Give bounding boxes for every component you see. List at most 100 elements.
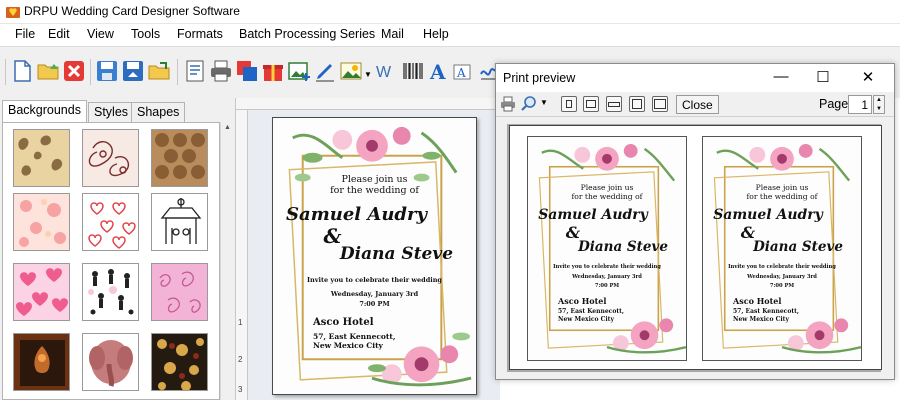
card-address2: New Mexico City [733,316,789,323]
card-address1: 57, East Kennecott, [558,308,624,315]
print-preview-toolbar: ▼ Close Page 1 ▲ ▼ [496,92,894,117]
copy-layers-icon[interactable] [235,59,259,83]
background-thumbnail[interactable] [13,333,70,391]
four-pages-icon[interactable] [629,96,645,112]
card-line2: for the wedding of [571,192,643,201]
background-thumbnail[interactable] [151,263,208,321]
card-address1: 57, East Kennecott, [733,308,799,315]
page-label: Page [819,97,849,111]
card-venue: Asco Hotel [313,317,374,328]
card-date: Wednesday, January 3rd [747,274,817,280]
menu-mail[interactable]: Mail [381,27,404,41]
background-thumbnail[interactable] [151,333,208,391]
one-page-icon[interactable] [561,96,577,112]
close-document-icon[interactable] [62,59,86,83]
background-thumbnail[interactable] [13,129,70,187]
gift-icon[interactable] [261,59,285,83]
background-thumbnail[interactable] [13,193,70,251]
properties-icon[interactable] [183,59,207,83]
library-panel: Backgrounds Styles Shapes ▲ [0,98,236,400]
card-invite-text: Invite you to celebrate their wedding [728,264,836,270]
card-invite-text: Invite you to celebrate their wedding [553,264,661,270]
card-line2: for the wedding of [746,192,818,201]
menu-help[interactable]: Help [423,27,449,41]
text-icon[interactable]: A [427,59,451,83]
six-pages-icon[interactable] [652,96,668,112]
card-time: 7:00 PM [769,283,795,289]
svg-text:W: W [376,64,392,81]
ruler-mark: 3 [238,385,243,394]
minimize-button[interactable]: — [766,68,796,88]
maximize-button[interactable]: ☐ [808,68,838,88]
preview-card: Please join us for the wedding of Samuel… [527,136,687,361]
pen-tool-icon[interactable] [313,59,337,83]
card-date: Wednesday, January 3rd [330,290,419,298]
two-pages-icon[interactable] [583,96,599,112]
card-line1: Please join us [755,183,809,192]
card-name1: Samuel Audry [286,204,427,225]
card-line2: for the wedding of [330,185,419,196]
add-image-icon[interactable] [287,59,311,83]
save-as-icon[interactable] [121,59,145,83]
close-preview-button[interactable]: Close [676,95,719,114]
ruler-mark: 2 [238,355,243,364]
menu-file[interactable]: File [15,27,35,41]
background-thumbnail[interactable] [82,333,139,391]
card-line1: Please join us [341,174,408,185]
three-pages-icon[interactable] [606,96,622,112]
wedding-card-design[interactable]: Please join us for the wedding of Samuel… [272,117,477,395]
left-panel-scrollbar[interactable]: ▲ [220,122,234,400]
watermark-icon[interactable]: W [375,59,399,83]
card-name1: Samuel Audry [713,207,823,223]
background-thumbnail[interactable] [82,263,139,321]
picture-icon[interactable] [339,59,363,83]
page-spinner[interactable]: ▲ ▼ [873,95,885,114]
barcode-icon[interactable] [401,59,425,83]
preview-card: Please join us for the wedding of Samuel… [702,136,862,361]
export-folder-icon[interactable] [147,59,171,83]
menu-batch-processing-series[interactable]: Batch Processing Series [239,27,375,41]
print-icon[interactable] [209,59,233,83]
background-thumbnail[interactable] [151,129,208,187]
card-name2: Diana Steve [753,239,843,255]
background-thumbnail[interactable] [151,193,208,251]
card-address1: 57, East Kennecott, [313,332,396,341]
background-thumbnail[interactable] [82,193,139,251]
text-frame-icon[interactable]: A [452,59,476,83]
card-line1: Please join us [580,183,634,192]
card-name1: Samuel Audry [538,207,648,223]
zoom-dropdown-icon[interactable]: ▼ [540,98,548,107]
ruler-mark: 1 [238,318,243,327]
new-document-icon[interactable] [10,59,34,83]
card-date: Wednesday, January 3rd [572,274,642,280]
card-time: 7:00 PM [359,300,390,308]
print-icon[interactable] [500,96,516,112]
print-preview-window: Print preview — ☐ ✕ ▼ Close Page 1 ▲ ▼ P… [495,63,895,380]
page-number-input[interactable]: 1 [848,95,872,114]
card-invite-text: Invite you to celebrate their wedding [307,276,442,284]
background-thumbnail-grid [2,122,220,400]
menu-tools[interactable]: Tools [131,27,160,41]
open-folder-icon[interactable] [36,59,60,83]
tab-backgrounds[interactable]: Backgrounds [2,100,87,122]
zoom-icon[interactable] [520,95,538,113]
print-preview-title: Print preview [503,71,576,85]
card-venue: Asco Hotel [733,296,782,306]
menu-formats[interactable]: Formats [177,27,223,41]
svg-text:A: A [456,66,466,80]
card-name2: Diana Steve [339,244,454,264]
dropdown-arrow-icon[interactable]: ▼ [364,70,372,79]
tab-shapes[interactable]: Shapes [131,102,186,122]
top-ruler [236,98,500,110]
background-thumbnail[interactable] [82,129,139,187]
menu-edit[interactable]: Edit [48,27,70,41]
tab-styles[interactable]: Styles [88,102,135,122]
svg-text:A: A [429,60,446,83]
preview-paper: Please join us for the wedding of Samuel… [509,125,882,370]
close-window-button[interactable]: ✕ [853,68,883,88]
menu-view[interactable]: View [87,27,114,41]
card-time: 7:00 PM [594,283,620,289]
title-bar: DRPU Wedding Card Designer Software [0,0,900,24]
save-icon[interactable] [95,59,119,83]
background-thumbnail[interactable] [13,263,70,321]
